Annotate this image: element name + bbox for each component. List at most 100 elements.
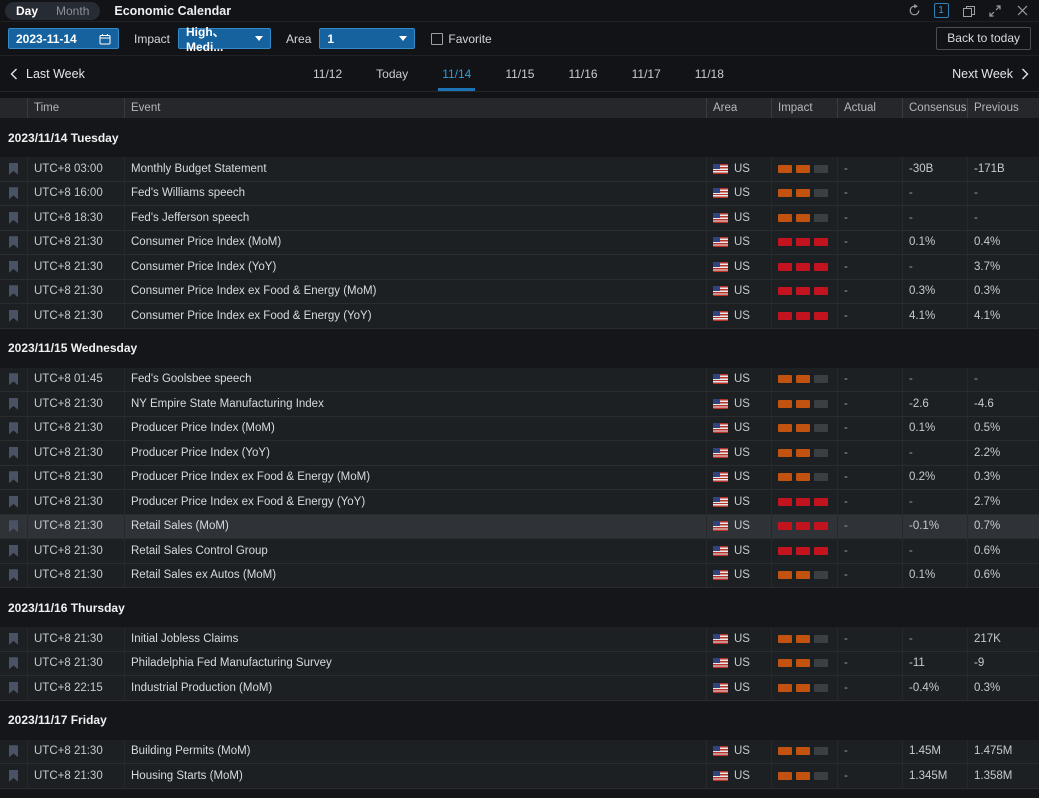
restore-window-icon[interactable] (959, 2, 977, 20)
bookmark-icon[interactable] (9, 285, 18, 298)
previous-cell: 0.3% (974, 285, 1001, 298)
week-day-tab-11-12[interactable]: 11/12 (303, 56, 352, 91)
close-icon[interactable] (1013, 2, 1031, 20)
event-row[interactable]: UTC+8 21:30 Producer Price Index ex Food … (0, 490, 1039, 515)
header-actual[interactable]: Actual (838, 98, 903, 118)
event-row[interactable]: UTC+8 21:30 Housing Starts (MoM) US -1.345M… (0, 764, 1039, 789)
bookmark-icon[interactable] (9, 236, 18, 249)
bookmark-cell (0, 563, 28, 587)
week-day-tab-11-14[interactable]: 11/14 (432, 56, 481, 91)
bookmark-icon[interactable] (9, 544, 18, 557)
impact-bars-medium (778, 164, 828, 173)
event-row[interactable]: UTC+8 21:30 Consumer Price Index (MoM) US -… (0, 230, 1039, 255)
bookmark-cell (0, 627, 28, 651)
area-code: US (734, 260, 750, 273)
impact-bars-high (778, 497, 828, 506)
event-row[interactable]: UTC+8 22:15 Industrial Production (MoM) US… (0, 676, 1039, 701)
time-cell: UTC+8 21:30 (28, 539, 125, 563)
event-row[interactable]: UTC+8 21:30 Consumer Price Index ex Food … (0, 304, 1039, 329)
event-cell: Producer Price Index ex Food & Energy (M… (125, 465, 707, 489)
area-code: US (734, 745, 750, 758)
event-row[interactable]: UTC+8 21:30 NY Empire State Manufacturing… (0, 392, 1039, 417)
consensus-cell: 1.345M (903, 764, 968, 788)
event-cell: Philadelphia Fed Manufacturing Survey (125, 651, 707, 675)
header-time[interactable]: Time (28, 98, 125, 118)
event-row[interactable]: UTC+8 18:30 Fed's Jefferson speech US - - - (0, 206, 1039, 231)
event-row[interactable]: UTC+8 16:00 Fed's Williams speech US - - - (0, 181, 1039, 206)
event-row[interactable]: UTC+8 21:30 Initial Jobless Claims US - -217… (0, 627, 1039, 652)
us-flag-icon (713, 261, 728, 272)
us-flag-icon (713, 770, 728, 781)
us-flag-icon (713, 237, 728, 248)
impact-dropdown[interactable]: High、Medi... (178, 25, 272, 54)
event-row[interactable]: UTC+8 21:30 Building Permits (MoM) US -1.45… (0, 739, 1039, 764)
bookmark-icon[interactable] (9, 569, 18, 582)
bookmark-icon[interactable] (9, 769, 18, 782)
impact-bars-medium (778, 473, 828, 482)
area-cell: US (707, 539, 772, 563)
header-impact[interactable]: Impact (772, 98, 838, 118)
bookmark-icon[interactable] (9, 681, 18, 694)
impact-bars-medium (778, 683, 828, 692)
event-row[interactable]: UTC+8 03:00 Monthly Budget Statement US - -3… (0, 157, 1039, 182)
week-day-tab-11-18[interactable]: 11/18 (685, 56, 734, 91)
event-row[interactable]: UTC+8 01:45 Fed's Goolsbee speech US - - - (0, 367, 1039, 392)
event-row[interactable]: UTC+8 21:30 Producer Price Index (YoY) US -… (0, 441, 1039, 466)
time-cell: UTC+8 21:30 (28, 255, 125, 279)
date-section-header: 2023/11/16 Thursday (0, 588, 1039, 627)
event-row[interactable]: UTC+8 21:30 Producer Price Index ex Food … (0, 465, 1039, 490)
last-week-button[interactable]: Last Week (10, 56, 85, 91)
bookmark-icon[interactable] (9, 632, 18, 645)
impact-bars-high (778, 546, 828, 555)
bookmark-icon[interactable] (9, 162, 18, 175)
event-row[interactable]: UTC+8 21:30 Consumer Price Index (YoY) US -… (0, 255, 1039, 280)
header-event[interactable]: Event (125, 98, 707, 118)
bookmark-icon[interactable] (9, 471, 18, 484)
bookmark-icon[interactable] (9, 373, 18, 386)
actual-cell: - (838, 255, 903, 279)
event-row[interactable]: UTC+8 21:30 Retail Sales Control Group US -… (0, 539, 1039, 564)
time-cell: UTC+8 21:30 (28, 304, 125, 328)
event-row[interactable]: UTC+8 21:30 Retail Sales ex Autos (MoM) US… (0, 563, 1039, 588)
bookmark-icon[interactable] (9, 657, 18, 670)
bookmark-icon[interactable] (9, 260, 18, 273)
panel-count-button[interactable]: 1 (932, 2, 950, 20)
previous-cell: 0.3% (974, 471, 1001, 484)
week-day-tab-today[interactable]: Today (366, 56, 418, 91)
us-flag-icon (713, 570, 728, 581)
header-consensus[interactable]: Consensus (903, 98, 968, 118)
impact-bar (796, 311, 810, 320)
refresh-icon[interactable] (905, 2, 923, 20)
week-day-tab-11-16[interactable]: 11/16 (558, 56, 607, 91)
bookmark-icon[interactable] (9, 446, 18, 459)
date-picker[interactable]: 2023-11-14 (8, 28, 119, 49)
bookmark-cell (0, 676, 28, 700)
tab-day[interactable]: Day (7, 2, 47, 20)
bookmark-icon[interactable] (9, 397, 18, 410)
bookmark-icon[interactable] (9, 422, 18, 435)
week-day-tab-11-15[interactable]: 11/15 (495, 56, 544, 91)
bookmark-icon[interactable] (9, 745, 18, 758)
bookmark-icon[interactable] (9, 187, 18, 200)
previous-cell: -4.6 (974, 397, 994, 410)
impact-cell (772, 206, 838, 230)
event-row[interactable]: UTC+8 21:30 Philadelphia Fed Manufacturin… (0, 651, 1039, 676)
bookmark-icon[interactable] (9, 211, 18, 224)
favorite-checkbox[interactable] (431, 32, 444, 45)
bookmark-icon[interactable] (9, 495, 18, 508)
bookmark-icon[interactable] (9, 520, 18, 533)
tab-month[interactable]: Month (47, 2, 98, 20)
header-area[interactable]: Area (707, 98, 772, 118)
event-row[interactable]: UTC+8 21:30 Retail Sales (MoM) US - -0.1% 0.7… (0, 514, 1039, 539)
event-row[interactable]: UTC+8 21:30 Producer Price Index (MoM) US -… (0, 416, 1039, 441)
area-dropdown[interactable]: 1 (319, 28, 416, 49)
expand-window-icon[interactable] (986, 2, 1004, 20)
consensus-cell: -0.4% (903, 676, 968, 700)
back-to-today-button[interactable]: Back to today (936, 27, 1031, 50)
header-previous[interactable]: Previous (968, 98, 1039, 118)
week-day-tab-11-17[interactable]: 11/17 (622, 56, 671, 91)
event-row[interactable]: UTC+8 21:30 Consumer Price Index ex Food … (0, 279, 1039, 304)
next-week-button[interactable]: Next Week (952, 56, 1029, 91)
impact-bar (778, 262, 792, 271)
bookmark-icon[interactable] (9, 309, 18, 322)
